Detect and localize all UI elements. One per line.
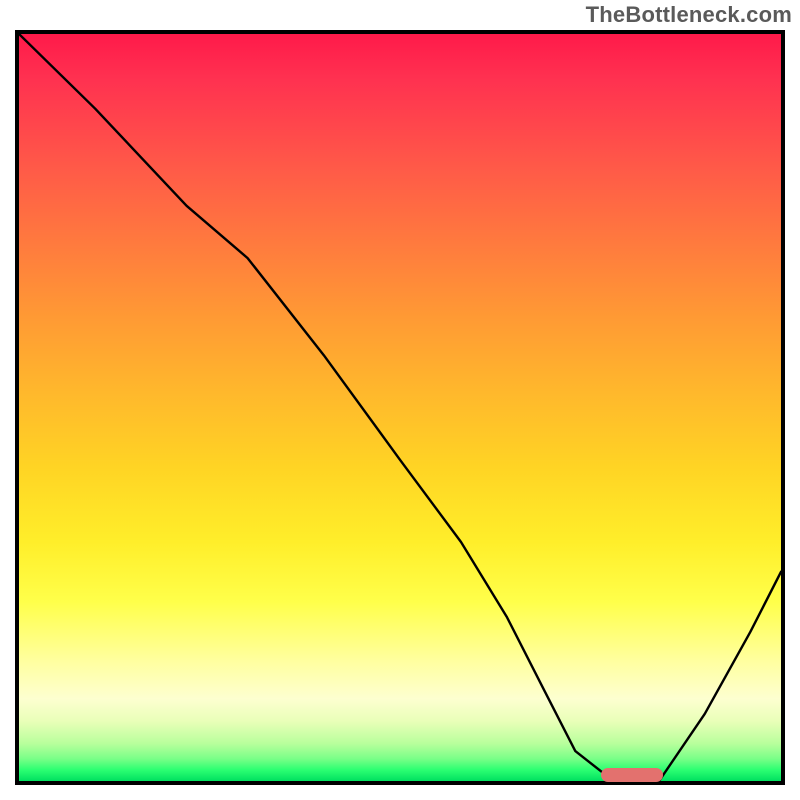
minimum-marker (601, 768, 663, 782)
curve-path (19, 34, 781, 781)
bottleneck-curve (19, 34, 781, 781)
chart-stage: TheBottleneck.com (0, 0, 800, 800)
plot-frame (15, 30, 785, 785)
watermark-text: TheBottleneck.com (586, 2, 792, 28)
